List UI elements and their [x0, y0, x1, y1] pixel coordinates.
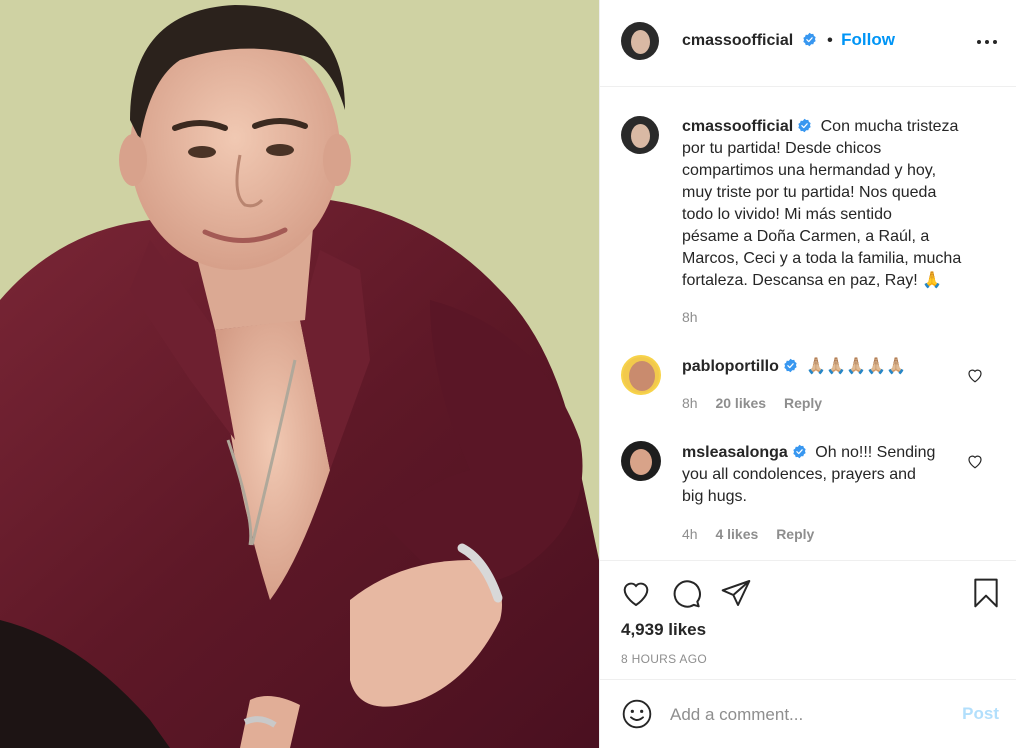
post-photo[interactable]	[0, 0, 599, 748]
caption-line-5: todo lo vivido! Mi más sentido	[682, 206, 892, 223]
comment-1-age[interactable]: 8h	[682, 395, 698, 411]
post-timestamp[interactable]: 8 HOURS AGO	[621, 652, 707, 666]
caption-avatar[interactable]	[621, 116, 659, 154]
comments-section[interactable]: cmassoofficial Con mucha tristeza por tu…	[600, 88, 1016, 560]
verified-badge-icon	[784, 358, 797, 373]
add-comment-input[interactable]	[670, 702, 940, 728]
caption-line-7: Marcos, Ceci y a toda la familia, mucha	[682, 250, 962, 267]
comment-1-meta: 8h 20 likes Reply	[682, 395, 836, 411]
verified-badge-icon	[802, 32, 816, 47]
photo-illustration	[0, 0, 599, 748]
like-heart-icon[interactable]	[620, 577, 652, 609]
instagram-post: cmassoofficial • Follow cmassoofficial C…	[0, 0, 1016, 748]
follow-button[interactable]: Follow	[841, 30, 895, 49]
more-options-icon[interactable]	[975, 30, 999, 54]
comment-1-text: pabloportillo 🙏🏼🙏🏼🙏🏼🙏🏼🙏🏼	[682, 356, 972, 378]
caption-text: cmassoofficial Con mucha tristeza por tu…	[682, 116, 1002, 292]
likes-count[interactable]: 4,939 likes	[621, 620, 706, 640]
avatar-face	[629, 361, 655, 391]
avatar-face	[630, 449, 652, 475]
comment-2-age[interactable]: 4h	[682, 526, 698, 542]
comment-2-likes[interactable]: 4 likes	[715, 526, 758, 542]
author-avatar[interactable]	[621, 22, 659, 60]
header-user-row: cmassoofficial • Follow	[682, 30, 895, 50]
header-separator: •	[827, 32, 833, 49]
comment-1-body: 🙏🏼🙏🏼🙏🏼🙏🏼🙏🏼	[806, 358, 906, 375]
comment-2-meta: 4h 4 likes Reply	[682, 526, 828, 542]
verified-badge-icon	[793, 444, 806, 459]
commenter-avatar-msleasalonga[interactable]	[621, 441, 661, 481]
save-bookmark-icon[interactable]	[970, 577, 1002, 609]
comment-2-reply-button[interactable]: Reply	[776, 526, 814, 542]
avatar-face	[631, 124, 650, 148]
caption-username[interactable]: cmassoofficial	[682, 118, 793, 135]
caption-line-3: compartimos una hermandad y hoy,	[682, 162, 937, 179]
comment-2-text: msleasalonga Oh no!!! Sending you all co…	[682, 442, 1002, 508]
share-send-icon[interactable]	[720, 577, 752, 609]
comment-2-line-3: big hugs.	[682, 488, 747, 505]
caption-line-8: fortaleza. Descansa en paz, Ray! 🙏	[682, 272, 943, 289]
comment-2-username[interactable]: msleasalonga	[682, 444, 788, 461]
post-header: cmassoofficial • Follow	[600, 0, 1016, 87]
emoji-smiley-icon[interactable]	[621, 698, 653, 730]
caption-meta: 8h	[682, 309, 712, 325]
comment-2-line-2: you all condolences, prayers and	[682, 466, 916, 483]
caption-line-6: pésame a Doña Carmen, a Raúl, a	[682, 228, 930, 245]
comment-1-reply-button[interactable]: Reply	[784, 395, 822, 411]
post-comment-button[interactable]: Post	[962, 704, 999, 724]
commenter-avatar-pabloportillo[interactable]	[621, 355, 661, 395]
caption-line-4: muy triste por tu partida! Nos queda	[682, 184, 937, 201]
caption-age[interactable]: 8h	[682, 309, 698, 325]
verified-badge-icon	[798, 118, 811, 133]
post-actions: 4,939 likes 8 HOURS AGO	[600, 560, 1016, 679]
comment-1-username[interactable]: pabloportillo	[682, 358, 779, 375]
caption-line-2: por tu partida! Desde chicos	[682, 140, 882, 157]
comment-2-like-heart-icon[interactable]	[966, 452, 984, 470]
comment-1-likes[interactable]: 20 likes	[715, 395, 766, 411]
comment-2-line-1: Oh no!!! Sending	[815, 444, 936, 461]
avatar-face	[631, 30, 650, 54]
header-username[interactable]: cmassoofficial	[682, 32, 793, 49]
comment-1-like-heart-icon[interactable]	[966, 366, 984, 384]
post-sidebar: cmassoofficial • Follow cmassoofficial C…	[599, 0, 1016, 748]
comment-composer: Post	[600, 679, 1016, 748]
caption-line-1: Con mucha tristeza	[820, 118, 959, 135]
comment-bubble-icon[interactable]	[670, 577, 702, 609]
